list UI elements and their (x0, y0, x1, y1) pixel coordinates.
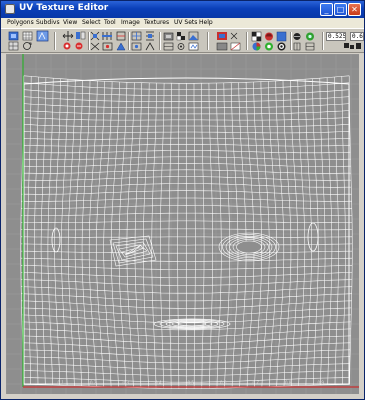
menu-subdivs[interactable]: Subdivs (36, 18, 60, 27)
snapshot-icon[interactable] (188, 31, 199, 41)
menu-textures[interactable]: Textures (144, 18, 169, 27)
tick-label: 0.9 (318, 380, 325, 385)
tick-label: 0.8 (285, 380, 292, 385)
unfold-icon[interactable] (116, 42, 126, 51)
snapshot-icon[interactable] (188, 42, 199, 51)
toolbar-separator (88, 32, 90, 50)
image-display-icon[interactable] (230, 32, 238, 40)
shaded-icon[interactable] (265, 32, 273, 41)
menu-uv-sets[interactable]: UV Sets (174, 18, 197, 27)
menu-view[interactable]: View (63, 18, 77, 27)
left-ear-loop (51, 227, 61, 253)
toolbar-separator (159, 32, 161, 50)
tick-label: 0.5 (188, 380, 195, 385)
toolbar-separator (207, 32, 209, 50)
rotate-uv-icon[interactable] (75, 42, 83, 50)
snapshot-icon[interactable] (163, 32, 174, 41)
layout-icon[interactable] (131, 31, 142, 41)
maximize-button[interactable]: □ (334, 3, 347, 16)
menu-polygons[interactable]: Polygons (7, 18, 34, 27)
layout-icon[interactable] (146, 31, 154, 41)
toolbar-separator (322, 32, 324, 50)
sew-uv-icon[interactable] (102, 32, 112, 40)
snapshot-icon[interactable] (176, 32, 185, 41)
uv-edge-loop[interactable] (334, 76, 339, 385)
image-display-icon[interactable] (216, 42, 228, 51)
layout-icon[interactable] (145, 42, 155, 51)
uv-select-icon[interactable] (8, 31, 19, 41)
uv-edge-loop[interactable] (27, 76, 32, 385)
grid-icon[interactable] (22, 31, 33, 41)
uv-texture-editor-window: UV Texture Editor _ □ ✕ Polygons Subdivs… (0, 0, 365, 400)
uv-edge-loop[interactable] (111, 81, 120, 388)
u-value-field[interactable]: 0.525 (326, 32, 346, 41)
grid-icon[interactable] (293, 42, 301, 51)
checker-icon[interactable] (251, 31, 262, 42)
move-uv-icon[interactable] (356, 43, 361, 49)
v-value-field[interactable]: 0.6 (350, 32, 364, 41)
grid-icon[interactable] (305, 42, 315, 51)
menu-select[interactable]: Select (82, 18, 101, 27)
uv-wireframe[interactable] (20, 75, 353, 389)
uv-edge-loop[interactable] (23, 75, 350, 84)
toolbar-separator (246, 32, 248, 50)
move-uv-icon[interactable] (62, 31, 74, 41)
uv-edge-loop[interactable] (297, 79, 306, 386)
close-button[interactable]: ✕ (348, 3, 361, 16)
uv-edge-loop[interactable] (67, 79, 76, 386)
tick-label: 0.1 (58, 380, 65, 385)
toolbar: 0.525 0.6 (1, 28, 364, 53)
flip-u-icon[interactable] (76, 31, 86, 40)
tick-label: 0.3 (123, 380, 130, 385)
checker-icon[interactable] (276, 31, 287, 42)
color-wheel-icon[interactable] (306, 32, 314, 41)
uv-select-icon[interactable] (36, 30, 49, 42)
toolbar-separator (128, 32, 130, 50)
right-eye-loop (236, 240, 262, 254)
layout-icon[interactable] (131, 42, 142, 51)
unfold-icon[interactable] (116, 31, 126, 41)
color-wheel-icon[interactable] (252, 42, 261, 51)
snapshot-icon[interactable] (163, 42, 174, 51)
title-bar[interactable]: UV Texture Editor _ □ ✕ (1, 1, 364, 18)
tick-label: 0.6 (220, 380, 227, 385)
menu-bar: Polygons Subdivs View Select Tool Image … (1, 18, 364, 28)
rotate-uv-icon[interactable] (23, 42, 32, 50)
uv-edge-loop[interactable] (341, 76, 346, 385)
uv-canvas[interactable]: 0.1 0.2 0.3 0.4 0.5 0.6 0.7 0.8 0.9 (6, 54, 359, 394)
menu-help[interactable]: Help (199, 18, 213, 27)
sew-uv-icon[interactable] (102, 42, 113, 51)
color-wheel-icon[interactable] (293, 33, 301, 40)
uv-viewport[interactable]: 0.1 0.2 0.3 0.4 0.5 0.6 0.7 0.8 0.9 (6, 54, 359, 394)
cut-uv-icon[interactable] (90, 31, 100, 41)
menu-image[interactable]: Image (121, 18, 140, 27)
uv-edge-loop[interactable] (253, 81, 262, 388)
tick-label: 0.2 (90, 380, 97, 385)
menu-tool[interactable]: Tool (104, 18, 116, 27)
uv-edge-loop[interactable] (34, 76, 39, 385)
color-wheel-icon[interactable] (277, 42, 286, 51)
uv-edge-loop[interactable] (275, 80, 285, 387)
tick-label: 0.7 (253, 380, 260, 385)
app-icon (5, 4, 15, 14)
toolbar-separator (290, 32, 292, 50)
toolbar-separator (54, 32, 56, 50)
flip-v-icon[interactable] (63, 42, 71, 50)
color-wheel-icon[interactable] (265, 42, 273, 51)
tick-label: 0.4 (155, 380, 162, 385)
uv-edge-loop[interactable] (61, 79, 69, 386)
grid-icon[interactable] (8, 41, 19, 51)
background-grid (6, 54, 359, 394)
snapshot-icon[interactable] (177, 43, 185, 50)
move-uv-icon[interactable] (344, 43, 354, 49)
minimize-button[interactable]: _ (320, 3, 333, 16)
cut-uv-icon[interactable] (90, 42, 100, 51)
image-display-icon[interactable] (217, 32, 227, 40)
image-display-icon[interactable] (230, 42, 241, 51)
window-title: UV Texture Editor (19, 3, 109, 13)
